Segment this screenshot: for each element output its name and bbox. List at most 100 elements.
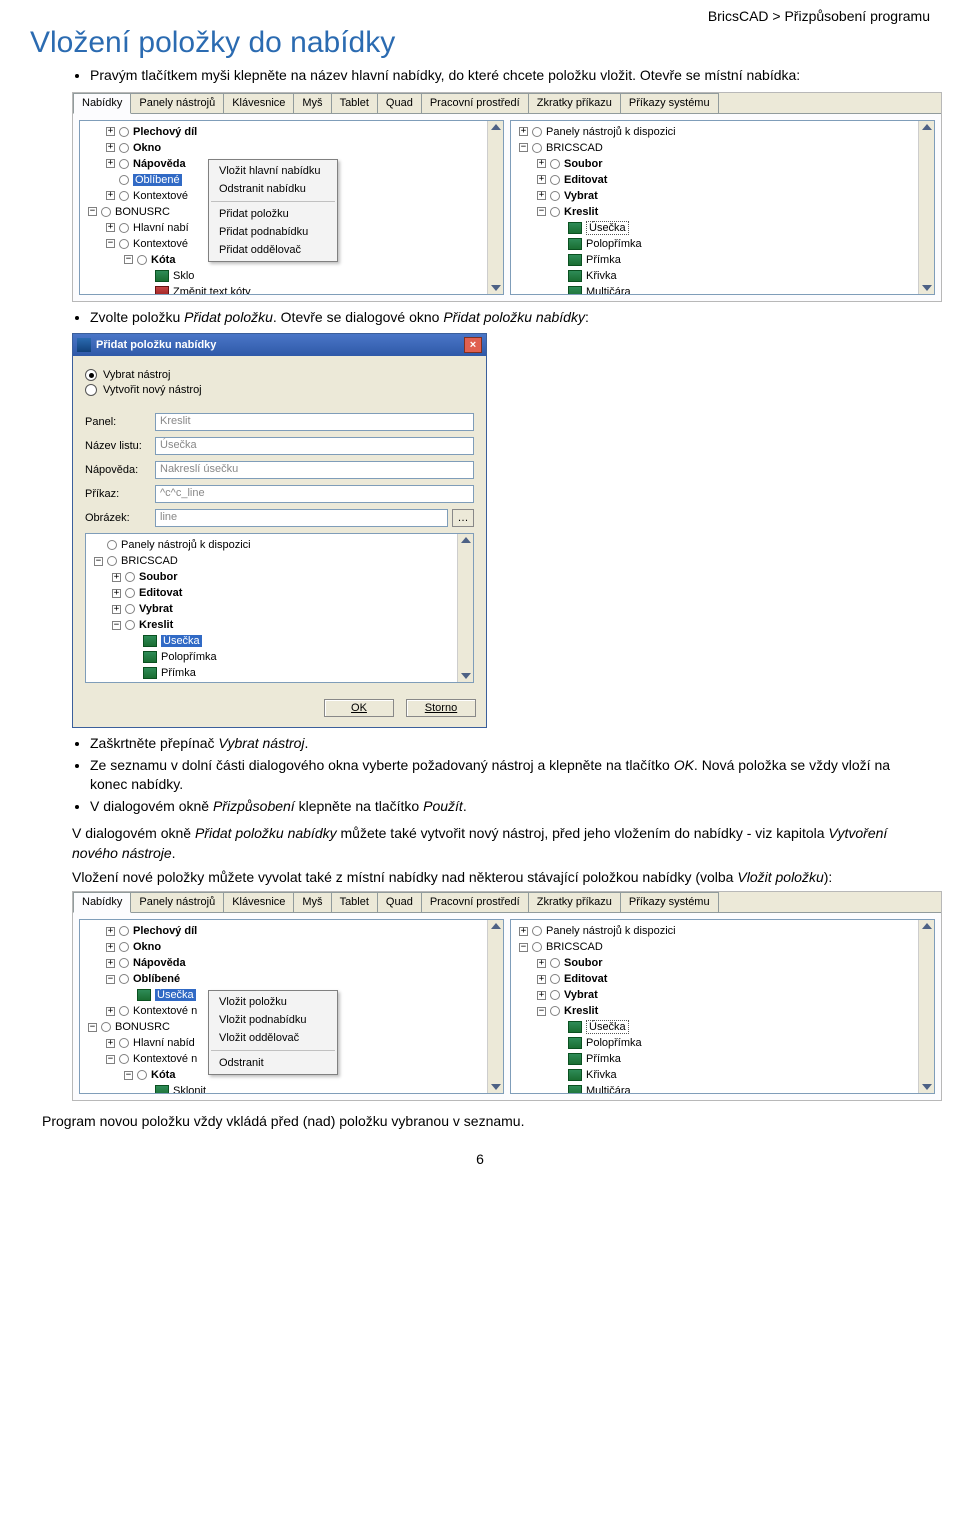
tree-node[interactable]: Vybrat xyxy=(515,188,934,204)
expander-icon[interactable] xyxy=(519,927,528,936)
menu-item[interactable]: Vložit oddělovač xyxy=(209,1029,337,1047)
tree-node[interactable]: Vybrat xyxy=(90,601,473,617)
tree-node[interactable]: Kreslit xyxy=(515,1003,934,1019)
tree-node[interactable]: Přímka xyxy=(515,1051,934,1067)
tree-node[interactable]: Panely nástrojů k dispozici xyxy=(515,923,934,939)
tab[interactable]: Panely nástrojů xyxy=(130,93,224,113)
menu-item[interactable]: Přidat podnabídku xyxy=(209,223,337,241)
right-tree-panel[interactable]: Panely nástrojů k dispoziciBRICSCADSoubo… xyxy=(510,120,935,295)
tab[interactable]: Myš xyxy=(293,892,331,912)
tree-node[interactable]: Multičára xyxy=(515,284,934,295)
expander-icon[interactable] xyxy=(112,621,121,630)
tree-node[interactable]: Oblíbené xyxy=(84,971,503,987)
expander-icon[interactable] xyxy=(537,175,546,184)
tree-node[interactable]: Panely nástrojů k dispozici xyxy=(90,537,473,553)
expander-icon[interactable] xyxy=(106,239,115,248)
expander-icon[interactable] xyxy=(112,605,121,614)
menu-item[interactable]: Odstranit nabídku xyxy=(209,180,337,198)
tab[interactable]: Pracovní prostředí xyxy=(421,93,529,113)
tab[interactable]: Příkazy systému xyxy=(620,892,719,912)
expander-icon[interactable] xyxy=(112,573,121,582)
ok-button[interactable]: OK xyxy=(324,699,394,717)
tab[interactable]: Pracovní prostředí xyxy=(421,892,529,912)
tab[interactable]: Tablet xyxy=(331,892,378,912)
expander-icon[interactable] xyxy=(537,959,546,968)
expander-icon[interactable] xyxy=(106,159,115,168)
tree-node[interactable]: Kreslit xyxy=(515,204,934,220)
tab[interactable]: Nabídky xyxy=(73,93,131,114)
scrollbar[interactable] xyxy=(457,534,473,682)
cancel-button[interactable]: Storno xyxy=(406,699,476,717)
tree-node[interactable]: Úsečka xyxy=(515,220,934,236)
tab[interactable]: Panely nástrojů xyxy=(130,892,224,912)
form-input[interactable]: ^c^c_line xyxy=(155,485,474,503)
menu-item[interactable]: Přidat oddělovač xyxy=(209,241,337,259)
expander-icon[interactable] xyxy=(537,207,546,216)
tree-node[interactable]: Okno xyxy=(84,140,503,156)
tab[interactable]: Klávesnice xyxy=(223,892,294,912)
dialog-tree-panel[interactable]: Panely nástrojů k dispoziciBRICSCADSoubo… xyxy=(85,533,474,683)
tree-node[interactable]: Editovat xyxy=(90,585,473,601)
form-input[interactable]: Úsečka xyxy=(155,437,474,455)
expander-icon[interactable] xyxy=(519,143,528,152)
expander-icon[interactable] xyxy=(537,991,546,1000)
form-input[interactable]: line xyxy=(155,509,448,527)
form-input[interactable]: Nakreslí úsečku xyxy=(155,461,474,479)
expander-icon[interactable] xyxy=(106,143,115,152)
expander-icon[interactable] xyxy=(88,1023,97,1032)
tree-node[interactable]: Polopřímka xyxy=(90,649,473,665)
expander-icon[interactable] xyxy=(124,1071,133,1080)
tab[interactable]: Příkazy systému xyxy=(620,93,719,113)
tree-node[interactable]: Kreslit xyxy=(90,617,473,633)
expander-icon[interactable] xyxy=(106,127,115,136)
tree-node[interactable]: Plechový díl xyxy=(84,124,503,140)
context-menu[interactable]: Vložit položkuVložit podnabídkuVložit od… xyxy=(208,990,338,1075)
expander-icon[interactable] xyxy=(106,959,115,968)
left-tree-panel[interactable]: Plechový dílOknoNápovědaOblíbenéÚsečkaKo… xyxy=(79,919,504,1094)
tree-node[interactable]: Sklonit xyxy=(84,1083,503,1094)
tree-node[interactable]: Úsečka xyxy=(90,633,473,649)
expander-icon[interactable] xyxy=(106,191,115,200)
tree-node[interactable]: Sklo xyxy=(84,268,503,284)
tree-node[interactable]: Soubor xyxy=(90,569,473,585)
expander-icon[interactable] xyxy=(106,943,115,952)
expander-icon[interactable] xyxy=(106,223,115,232)
expander-icon[interactable] xyxy=(94,557,103,566)
context-menu[interactable]: Vložit hlavní nabídkuOdstranit nabídku Př… xyxy=(208,159,338,262)
tree-node[interactable]: BRICSCAD xyxy=(515,939,934,955)
expander-icon[interactable] xyxy=(106,1055,115,1064)
tree-node[interactable]: Přímka xyxy=(515,252,934,268)
menu-item[interactable]: Vložit hlavní nabídku xyxy=(209,162,337,180)
close-button[interactable]: × xyxy=(464,337,482,353)
expander-icon[interactable] xyxy=(124,255,133,264)
scrollbar[interactable] xyxy=(487,920,503,1093)
expander-icon[interactable] xyxy=(106,1039,115,1048)
scrollbar[interactable] xyxy=(918,121,934,294)
tree-node[interactable]: Okno xyxy=(84,939,503,955)
tab[interactable]: Myš xyxy=(293,93,331,113)
tree-node[interactable]: Editovat xyxy=(515,172,934,188)
menu-item[interactable]: Přidat položku xyxy=(209,205,337,223)
menu-item[interactable]: Odstranit xyxy=(209,1054,337,1072)
expander-icon[interactable] xyxy=(537,159,546,168)
scrollbar[interactable] xyxy=(487,121,503,294)
tree-node[interactable]: Soubor xyxy=(515,955,934,971)
tree-node[interactable]: Polopřímka xyxy=(515,1035,934,1051)
tree-node[interactable]: Křivka xyxy=(515,268,934,284)
expander-icon[interactable] xyxy=(106,927,115,936)
tree-node[interactable]: BRICSCAD xyxy=(90,553,473,569)
radio-create-tool[interactable]: Vytvořit nový nástroj xyxy=(85,384,474,396)
tree-node[interactable]: Přímka xyxy=(90,665,473,681)
tab[interactable]: Klávesnice xyxy=(223,93,294,113)
expander-icon[interactable] xyxy=(106,1007,115,1016)
tab[interactable]: Quad xyxy=(377,93,422,113)
form-input[interactable]: Kreslit xyxy=(155,413,474,431)
expander-icon[interactable] xyxy=(88,207,97,216)
tree-node[interactable]: Křivka xyxy=(515,1067,934,1083)
tree-node[interactable]: Polopřímka xyxy=(515,236,934,252)
expander-icon[interactable] xyxy=(112,589,121,598)
tree-node[interactable]: Editovat xyxy=(515,971,934,987)
tree-node[interactable]: Nápověda xyxy=(84,955,503,971)
tree-node[interactable]: Multičára xyxy=(515,1083,934,1094)
tree-node[interactable]: Vybrat xyxy=(515,987,934,1003)
